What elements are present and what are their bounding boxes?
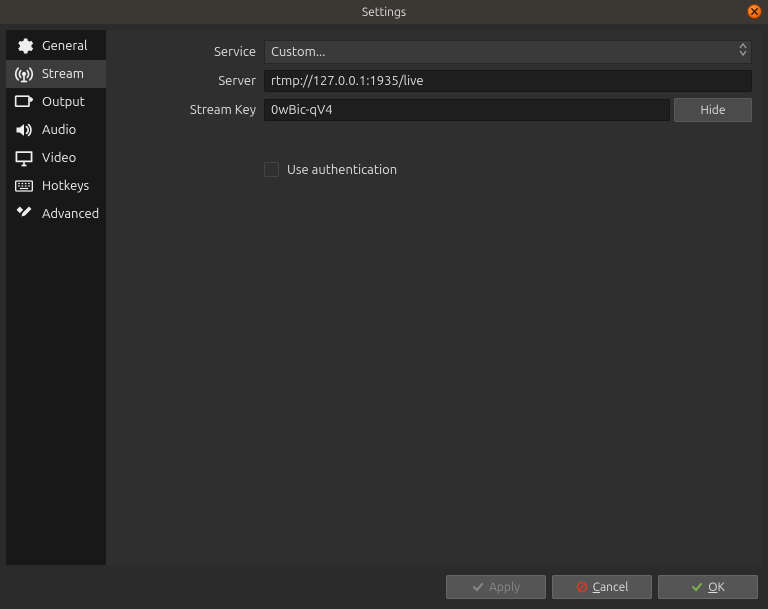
sidebar-item-label: Stream [42, 67, 84, 81]
cancel-button[interactable]: Cancel [552, 575, 652, 599]
antenna-icon [12, 64, 36, 84]
server-input[interactable] [264, 70, 752, 92]
apply-button[interactable]: Apply [446, 575, 546, 599]
sidebar: General Stream [6, 30, 106, 565]
dialog-footer: Apply Cancel OK [0, 571, 768, 609]
output-icon [12, 92, 36, 112]
gear-icon [12, 36, 36, 56]
sidebar-item-hotkeys[interactable]: Hotkeys [6, 172, 106, 200]
sidebar-item-general[interactable]: General [6, 32, 106, 60]
sidebar-item-advanced[interactable]: Advanced [6, 200, 106, 228]
sidebar-item-label: General [42, 39, 87, 53]
close-icon[interactable] [747, 4, 762, 19]
tools-icon [12, 204, 36, 224]
window-title: Settings [362, 6, 406, 19]
dropdown-arrows-icon [739, 43, 747, 56]
ok-check-icon [691, 581, 703, 593]
monitor-icon [12, 148, 36, 168]
use-auth-label: Use authentication [287, 163, 397, 177]
sidebar-item-stream[interactable]: Stream [6, 60, 106, 88]
sidebar-item-label: Output [42, 95, 85, 109]
stream-key-input[interactable] [264, 99, 670, 121]
stream-key-label: Stream Key [106, 103, 256, 117]
sidebar-item-video[interactable]: Video [6, 144, 106, 172]
sidebar-item-output[interactable]: Output [6, 88, 106, 116]
use-auth-checkbox[interactable] [264, 162, 279, 177]
server-label: Server [106, 74, 256, 88]
sidebar-item-label: Video [42, 151, 76, 165]
service-label: Service [106, 45, 256, 59]
hide-button[interactable]: Hide [674, 98, 752, 122]
titlebar: Settings [0, 0, 768, 24]
sidebar-item-label: Hotkeys [42, 179, 89, 193]
service-value: Custom... [271, 45, 325, 59]
content-pane: Service Custom... Server [106, 30, 762, 565]
sidebar-item-label: Audio [42, 123, 76, 137]
service-dropdown[interactable]: Custom... [264, 40, 752, 64]
sidebar-item-label: Advanced [42, 207, 99, 221]
check-icon [472, 581, 484, 593]
speaker-icon [12, 120, 36, 140]
keyboard-icon [12, 176, 36, 196]
ok-button[interactable]: OK [658, 575, 758, 599]
cancel-icon [576, 581, 588, 593]
sidebar-item-audio[interactable]: Audio [6, 116, 106, 144]
